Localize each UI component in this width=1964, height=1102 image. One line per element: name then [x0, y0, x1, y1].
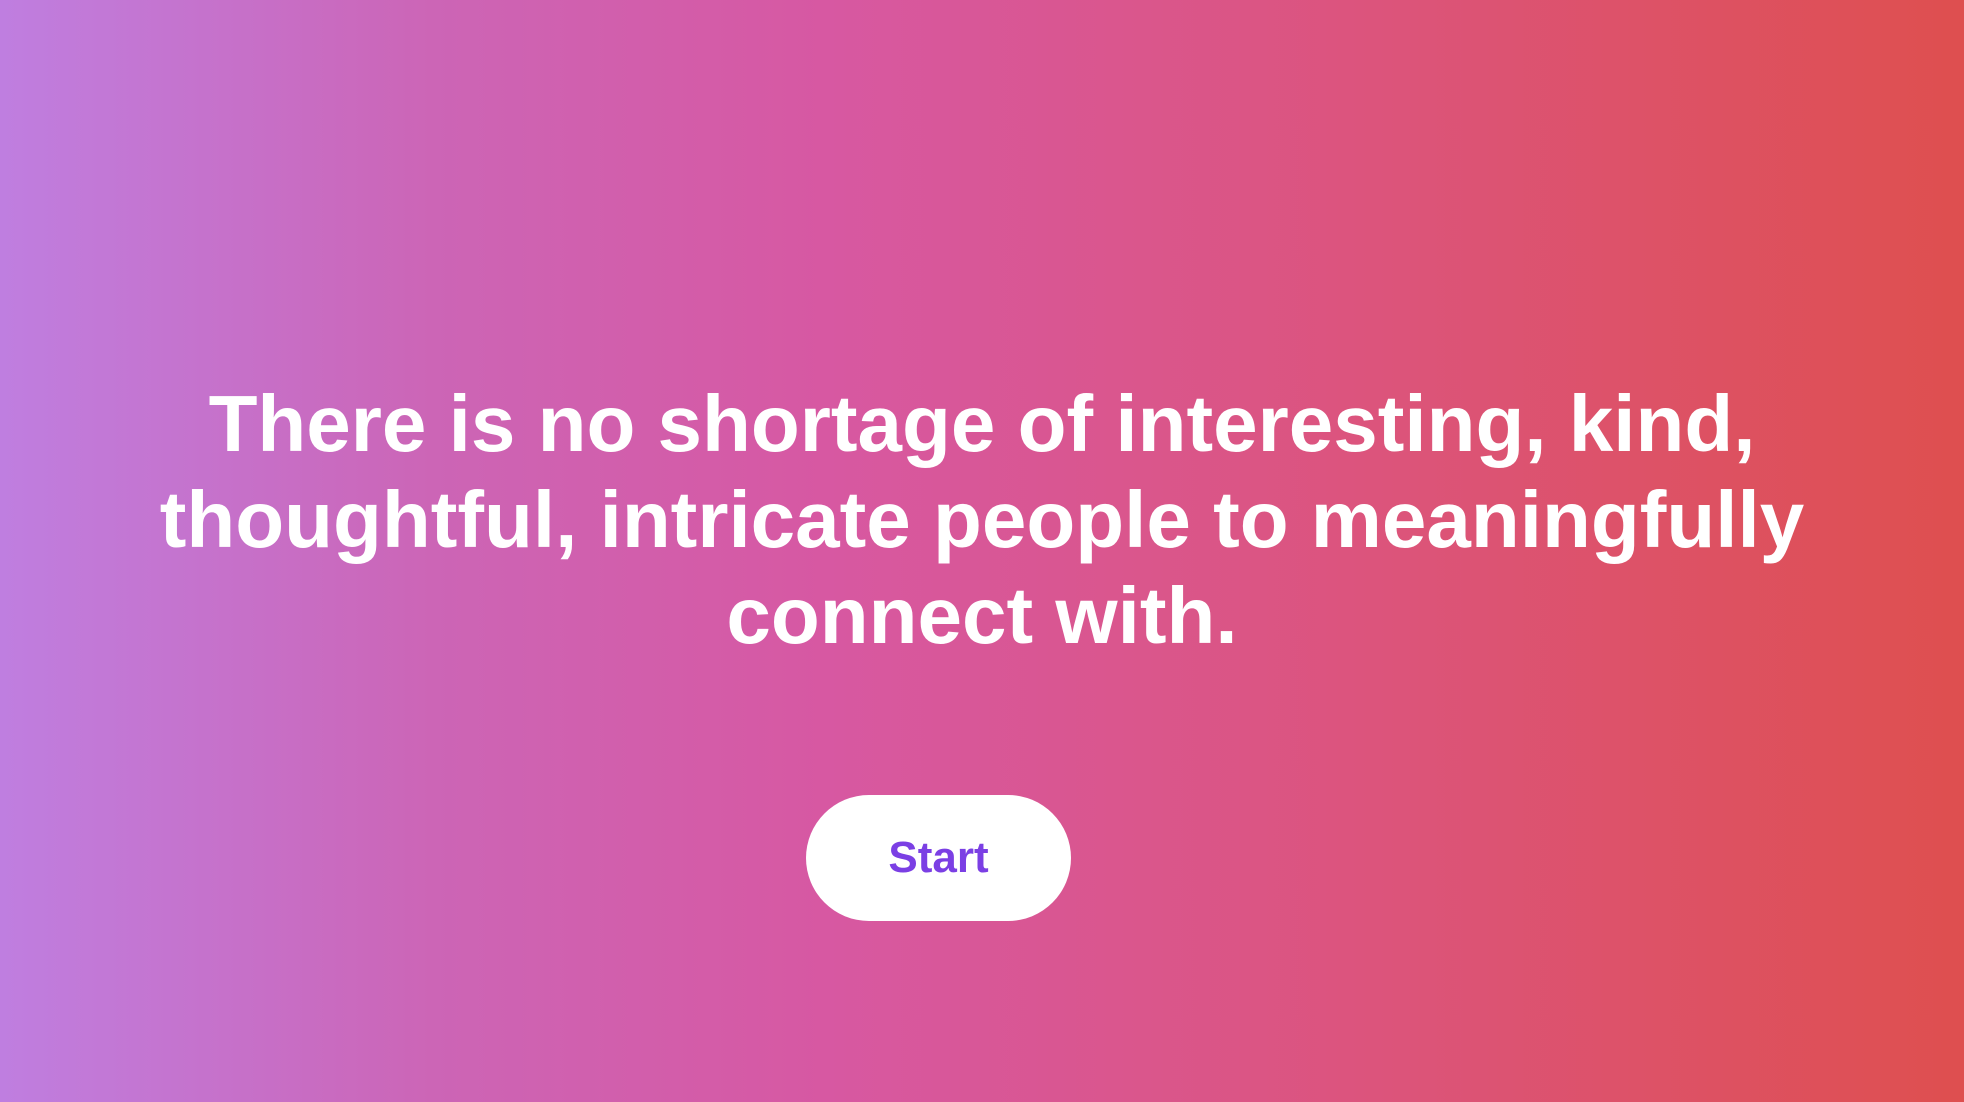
- hero-quote: There is no shortage of interesting, kin…: [159, 379, 1805, 660]
- landing-screen: There is no shortage of interesting, kin…: [0, 0, 1964, 1102]
- start-button[interactable]: Start: [806, 795, 1071, 921]
